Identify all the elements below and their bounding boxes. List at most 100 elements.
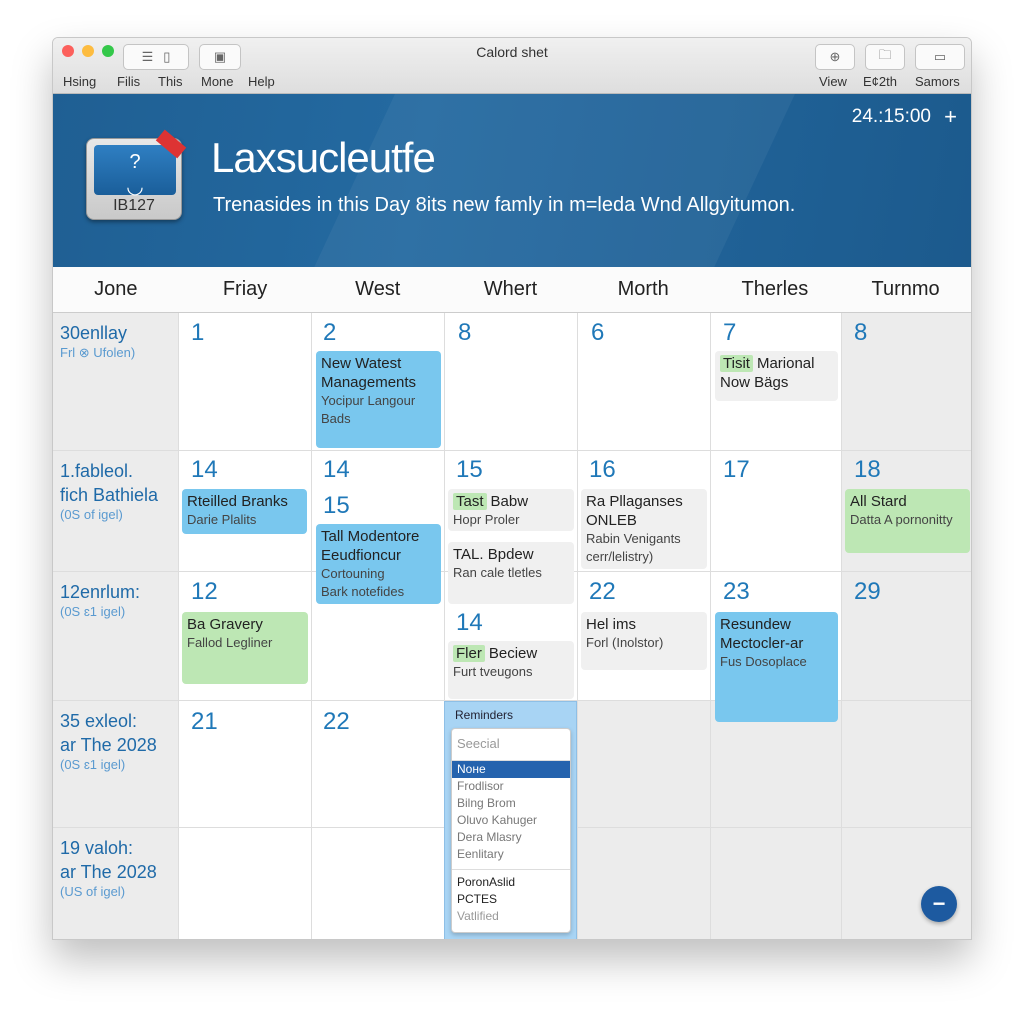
week-label-sub: (0S ɛ1 igel) bbox=[60, 604, 126, 619]
banner-subtitle: Trenasides in this Day 8its new famly in… bbox=[213, 194, 796, 216]
week-label-sub: (0S ɛ1 igel) bbox=[60, 757, 126, 772]
banner-title: Laxsucleutfe bbox=[211, 134, 436, 181]
event-detail: Rabin Venigants bbox=[586, 531, 681, 546]
reminder-option[interactable]: Frodlisor bbox=[452, 778, 570, 795]
date-number: 6 bbox=[591, 319, 605, 346]
event-detail: Yocipur Langour bbox=[321, 393, 416, 408]
header-banner: ? ◡ IB127 Laxsucleutfe Trenasides in this… bbox=[53, 94, 971, 267]
toolbar-label-view: View bbox=[819, 74, 847, 89]
event-tag: Tast bbox=[453, 493, 487, 510]
date-number: 15 bbox=[456, 456, 483, 483]
day-header-4: Morth bbox=[617, 278, 669, 300]
week-label-sub: (0S of igel) bbox=[60, 507, 123, 522]
event-title: All Stard bbox=[850, 493, 907, 510]
event-title: Resundew Mectocler-ar bbox=[720, 616, 804, 652]
menu-this[interactable]: This bbox=[158, 74, 183, 89]
date-number: 16 bbox=[589, 456, 616, 483]
week-label-sub: (US of igel) bbox=[60, 884, 126, 899]
reminder-footer-option[interactable]: PCTES bbox=[452, 891, 570, 908]
day-header-0: Jone bbox=[94, 278, 138, 300]
reminder-option[interactable]: Noне bbox=[452, 761, 570, 778]
calendar-event[interactable]: Rteilled Branks Darie Plalits bbox=[182, 489, 307, 534]
calendar-event[interactable]: Ba Gravery Fallod Legliner bbox=[182, 612, 308, 684]
title-bar: ☰ ▯ ▣ Calord shet Hsing Filis This Mone H… bbox=[53, 38, 971, 94]
calendar-event[interactable]: TAL. Bpdew Ran cale tletles bbox=[448, 542, 574, 604]
event-detail: cerr/lelistry) bbox=[586, 549, 654, 564]
calendar-event[interactable]: All Stard Datta A pornonitty bbox=[845, 489, 970, 553]
fab-button[interactable]: − bbox=[921, 886, 957, 922]
date-number: 1 bbox=[191, 319, 205, 346]
day-header-6: Turnmo bbox=[871, 278, 940, 300]
app-icon: ? ◡ IB127 bbox=[86, 129, 187, 220]
calendar-event[interactable]: Ra Pllaganses ONLEB Rabin Venigants cerr/l… bbox=[581, 489, 707, 569]
event-title: New Watest Managements bbox=[321, 355, 417, 391]
event-title: Tall Modentore Eeudfioncur bbox=[321, 528, 420, 564]
day-cell[interactable] bbox=[578, 828, 711, 939]
event-title: Ra Pllaganses ONLEB bbox=[586, 493, 683, 529]
menu-help[interactable]: Help bbox=[248, 74, 275, 89]
calendar-event[interactable]: Resundew Mectocler-ar Fus Dosoplace bbox=[715, 612, 838, 722]
date-number: 17 bbox=[723, 456, 750, 483]
event-tag: Tisit bbox=[720, 355, 753, 372]
menu-filis[interactable]: Filis bbox=[117, 74, 140, 89]
day-header-1: Friay bbox=[222, 278, 268, 300]
day-cell[interactable] bbox=[179, 828, 312, 939]
event-detail: Datta A pornonitty bbox=[850, 512, 953, 527]
menu-mone[interactable]: Mone bbox=[201, 74, 234, 89]
clock: 24.:15:00 bbox=[851, 106, 931, 127]
reminder-option[interactable]: Oluvo Kahuger bbox=[452, 812, 570, 829]
week-label: 30enllay Frl ⊗ Ufolen) bbox=[60, 321, 135, 361]
calendar-event[interactable]: Tall Modentore Eeudfioncur Cortouning Bark… bbox=[316, 524, 441, 604]
week-label: 35 exleol: ar The 2028 (0S ɛ1 igel) bbox=[60, 709, 157, 772]
week-label-title: ar The 2028 bbox=[60, 862, 157, 882]
reminder-option[interactable]: Bilng Brom bbox=[452, 795, 570, 812]
week-label-title: 30enllay bbox=[60, 323, 128, 343]
date-number: 8 bbox=[458, 319, 472, 346]
reminder-footer-option[interactable]: PoronAslid bbox=[452, 874, 570, 891]
reminders-header: Reminders bbox=[455, 708, 514, 722]
week-label-title: 35 exleol: bbox=[60, 711, 138, 731]
calendar-event[interactable]: New Watest Managements Yocipur Langour Bad… bbox=[316, 351, 441, 448]
add-button[interactable]: + bbox=[944, 104, 957, 130]
week-label-title: fich Bathiela bbox=[60, 485, 159, 505]
date-number: 18 bbox=[854, 456, 881, 483]
event-title: Beciew bbox=[488, 645, 538, 662]
reminder-option[interactable]: Eenlitary bbox=[452, 846, 570, 863]
view-button[interactable]: ⊕ bbox=[815, 44, 855, 70]
calendar-event[interactable]: Tast Babw Hopr Proler bbox=[448, 489, 574, 531]
event-detail: Fallod Legliner bbox=[187, 635, 273, 650]
samors-button[interactable]: ▭ bbox=[915, 44, 965, 70]
week-label-sub: Frl ⊗ Ufolen) bbox=[60, 345, 136, 360]
week-label: 19 valoh: ar The 2028 (US of igel) bbox=[60, 836, 157, 899]
date-number: 7 bbox=[723, 319, 737, 346]
week-label: 1.fableol. fich Bathiela (0S of igel) bbox=[60, 459, 158, 522]
event-title: Hel ims bbox=[586, 616, 637, 633]
reminders-panel: Reminders Seecial Noне Frodlisor Bilng Bro… bbox=[444, 701, 577, 939]
reminders-dropdown[interactable]: Seecial Noне Frodlisor Bilng Brom Oluvo Kah… bbox=[451, 728, 571, 933]
calendar-event[interactable]: Fler Beciew Furt tveugons bbox=[448, 641, 574, 699]
event-detail: Forl (Inolstor) bbox=[586, 635, 664, 650]
menu-hsing[interactable]: Hsing bbox=[63, 74, 96, 89]
search-button[interactable]: 🗀 bbox=[865, 44, 905, 70]
date-number: 21 bbox=[191, 708, 218, 735]
minus-icon: − bbox=[932, 891, 946, 916]
day-cell[interactable] bbox=[842, 828, 971, 939]
event-title: Rteilled Branks bbox=[187, 493, 288, 510]
week-label-title: 1.fableol. bbox=[60, 461, 134, 481]
date-number: 8 bbox=[854, 319, 868, 346]
day-cell[interactable] bbox=[312, 828, 445, 939]
calendar-event[interactable]: Hel ims Forl (Inolstor) bbox=[581, 612, 707, 670]
day-cell[interactable] bbox=[711, 828, 842, 939]
event-title-line2: Now Bägs bbox=[720, 374, 789, 391]
calendar-window: ☰ ▯ ▣ Calord shet Hsing Filis This Mone H… bbox=[52, 37, 972, 940]
reminder-footer-option[interactable]: Vatlified bbox=[452, 908, 570, 925]
date-number: 14 bbox=[191, 456, 218, 483]
calendar-event[interactable]: Tisit Marional Now Bägs bbox=[715, 351, 838, 401]
reminders-search[interactable]: Seecial bbox=[452, 729, 570, 761]
day-cell[interactable] bbox=[578, 701, 711, 828]
reminder-option[interactable]: Dera Mlasry bbox=[452, 829, 570, 846]
event-detail: Bark notefides bbox=[321, 584, 405, 599]
event-detail: Ran cale tletles bbox=[453, 565, 542, 580]
date-number: 2 bbox=[323, 319, 337, 346]
day-cell[interactable] bbox=[842, 701, 971, 828]
